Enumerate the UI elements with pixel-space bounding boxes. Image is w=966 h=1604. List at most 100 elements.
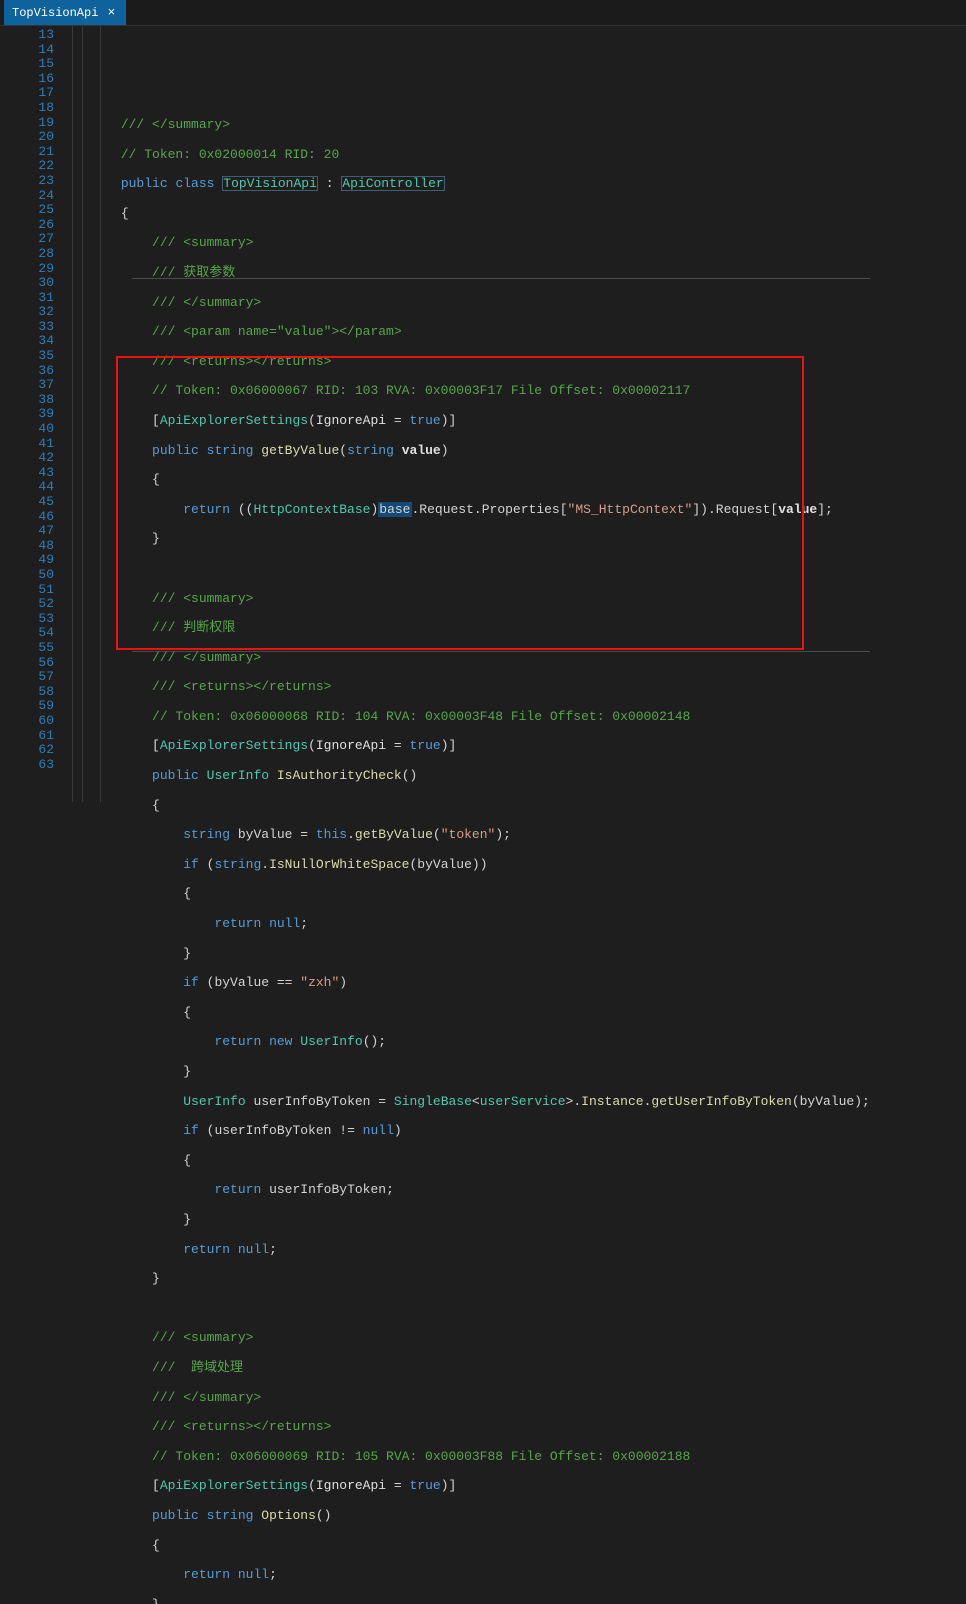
line-number: 41 xyxy=(0,437,54,452)
code-line: } xyxy=(66,532,870,547)
line-number: 23 xyxy=(0,174,54,189)
code-line: { xyxy=(66,207,870,222)
code-line: if (string.IsNullOrWhiteSpace(byValue)) xyxy=(66,858,870,873)
line-number: 44 xyxy=(0,480,54,495)
line-number: 35 xyxy=(0,349,54,364)
line-number: 27 xyxy=(0,232,54,247)
line-number: 60 xyxy=(0,714,54,729)
code-line: return null; xyxy=(66,1568,870,1583)
code-line: UserInfo userInfoByToken = SingleBase<us… xyxy=(66,1095,870,1110)
code-line: { xyxy=(66,1154,870,1169)
line-number: 19 xyxy=(0,116,54,131)
code-line: /// </summary> xyxy=(66,118,870,133)
line-number: 16 xyxy=(0,72,54,87)
line-number-gutter: 1314151617181920212223242526272829303132… xyxy=(0,26,66,802)
line-number: 18 xyxy=(0,101,54,116)
code-line: /// <returns></returns> xyxy=(66,355,870,370)
code-line: { xyxy=(66,799,870,814)
code-line: /// <returns></returns> xyxy=(66,1420,870,1435)
line-number: 24 xyxy=(0,189,54,204)
line-number: 46 xyxy=(0,510,54,525)
line-number: 49 xyxy=(0,553,54,568)
code-line: /// </summary> xyxy=(66,1391,870,1406)
code-line: public class TopVisionApi : ApiControlle… xyxy=(66,177,870,192)
code-line: { xyxy=(66,887,870,902)
line-number: 48 xyxy=(0,539,54,554)
code-line: /// 判断权限 xyxy=(66,621,870,636)
code-line xyxy=(66,562,870,577)
line-number: 54 xyxy=(0,626,54,641)
line-number: 53 xyxy=(0,612,54,627)
line-number: 50 xyxy=(0,568,54,583)
line-number: 42 xyxy=(0,451,54,466)
code-line: [ApiExplorerSettings(IgnoreApi = true)] xyxy=(66,739,870,754)
code-line: return null; xyxy=(66,1243,870,1258)
file-tab[interactable]: TopVisionApi × xyxy=(4,0,126,25)
line-number: 61 xyxy=(0,729,54,744)
line-number: 15 xyxy=(0,57,54,72)
line-number: 36 xyxy=(0,364,54,379)
line-number: 37 xyxy=(0,378,54,393)
code-line xyxy=(66,1302,870,1317)
code-line: /// 获取参数 xyxy=(66,266,870,281)
line-number: 62 xyxy=(0,743,54,758)
code-line: /// <summary> xyxy=(66,592,870,607)
line-number: 33 xyxy=(0,320,54,335)
code-line: return new UserInfo(); xyxy=(66,1035,870,1050)
code-line: if (byValue == "zxh") xyxy=(66,976,870,991)
code-line: string byValue = this.getByValue("token"… xyxy=(66,828,870,843)
code-line: [ApiExplorerSettings(IgnoreApi = true)] xyxy=(66,414,870,429)
code-line: /// </summary> xyxy=(66,296,870,311)
line-number: 58 xyxy=(0,685,54,700)
line-number: 30 xyxy=(0,276,54,291)
code-line: /// <summary> xyxy=(66,236,870,251)
line-number: 55 xyxy=(0,641,54,656)
code-line: // Token: 0x02000014 RID: 20 xyxy=(66,148,870,163)
code-line: // Token: 0x06000069 RID: 105 RVA: 0x000… xyxy=(66,1450,870,1465)
line-number: 57 xyxy=(0,670,54,685)
line-number: 13 xyxy=(0,28,54,43)
code-line: return null; xyxy=(66,917,870,932)
code-line: public string getByValue(string value) xyxy=(66,444,870,459)
code-editor[interactable]: 1314151617181920212223242526272829303132… xyxy=(0,26,966,802)
line-number: 26 xyxy=(0,218,54,233)
close-icon[interactable]: × xyxy=(104,6,118,20)
line-number: 40 xyxy=(0,422,54,437)
code-line: if (userInfoByToken != null) xyxy=(66,1124,870,1139)
code-line: /// <param name="value"></param> xyxy=(66,325,870,340)
code-line: } xyxy=(66,1598,870,1604)
line-number: 47 xyxy=(0,524,54,539)
code-line: /// <returns></returns> xyxy=(66,680,870,695)
line-number: 21 xyxy=(0,145,54,160)
code-line: return ((HttpContextBase)base.Request.Pr… xyxy=(66,503,870,518)
line-number: 38 xyxy=(0,393,54,408)
code-line: /// </summary> xyxy=(66,651,870,666)
tab-bar: TopVisionApi × xyxy=(0,0,966,26)
code-line: } xyxy=(66,1065,870,1080)
code-line: } xyxy=(66,947,870,962)
line-number: 14 xyxy=(0,43,54,58)
code-line: /// <summary> xyxy=(66,1331,870,1346)
code-line: { xyxy=(66,1006,870,1021)
line-number: 43 xyxy=(0,466,54,481)
line-number: 29 xyxy=(0,262,54,277)
line-number: 63 xyxy=(0,758,54,773)
code-line: return userInfoByToken; xyxy=(66,1183,870,1198)
line-number: 17 xyxy=(0,86,54,101)
code-line: // Token: 0x06000068 RID: 104 RVA: 0x000… xyxy=(66,710,870,725)
line-number: 39 xyxy=(0,407,54,422)
line-number: 52 xyxy=(0,597,54,612)
code-line: /// 跨域处理 xyxy=(66,1361,870,1376)
line-number: 25 xyxy=(0,203,54,218)
code-line: { xyxy=(66,1539,870,1554)
code-line: // Token: 0x06000067 RID: 103 RVA: 0x000… xyxy=(66,384,870,399)
line-number: 31 xyxy=(0,291,54,306)
code-line: [ApiExplorerSettings(IgnoreApi = true)] xyxy=(66,1479,870,1494)
code-area[interactable]: /// </summary> // Token: 0x02000014 RID:… xyxy=(66,26,870,802)
code-line: public string Options() xyxy=(66,1509,870,1524)
code-line: } xyxy=(66,1272,870,1287)
code-line: { xyxy=(66,473,870,488)
line-number: 22 xyxy=(0,159,54,174)
line-number: 59 xyxy=(0,699,54,714)
line-number: 20 xyxy=(0,130,54,145)
